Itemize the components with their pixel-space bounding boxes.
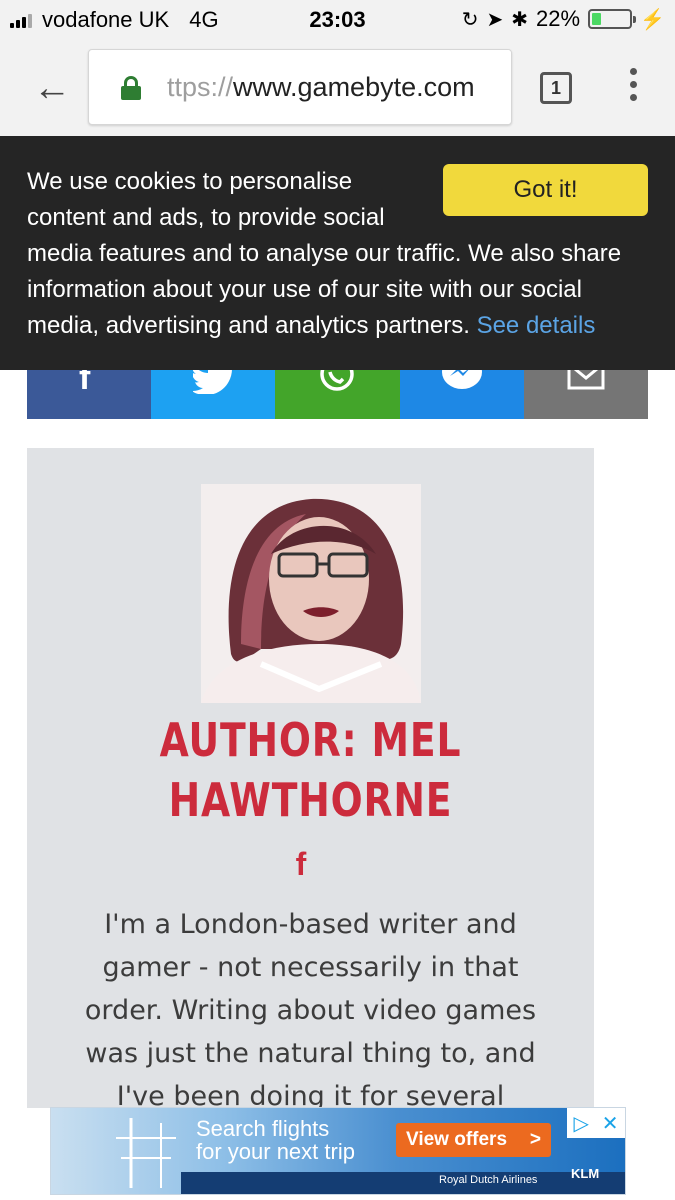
status-bar: vodafone UK 4G 23:03 ↻ ➤ ✱ 22% ⚡ xyxy=(0,0,675,38)
rotation-lock-icon: ↻ xyxy=(461,8,479,31)
location-arrow-icon: ➤ xyxy=(486,8,504,31)
browser-toolbar: ← ttps://www.gamebyte.com 1 xyxy=(0,38,675,136)
view-offers-label: View offers xyxy=(406,1129,508,1150)
author-portrait-image xyxy=(201,484,421,703)
share-whatsapp-button[interactable] xyxy=(275,368,400,419)
ad-footer-strip xyxy=(181,1172,625,1194)
address-bar[interactable]: ttps://www.gamebyte.com xyxy=(88,49,512,125)
tab-switcher-button[interactable]: 1 xyxy=(540,72,572,104)
whatsapp-icon xyxy=(320,368,355,391)
share-bar: f xyxy=(27,368,649,419)
envelope-icon xyxy=(567,368,605,390)
see-details-link[interactable]: See details xyxy=(477,312,596,339)
charging-bolt-icon: ⚡ xyxy=(640,8,665,31)
chevron-right-icon: > xyxy=(529,1129,541,1150)
share-facebook-button[interactable]: f xyxy=(27,368,152,419)
author-bio: I'm a London-based writer and gamer - no… xyxy=(84,909,537,1108)
lock-icon xyxy=(121,76,141,100)
adchoices-icon[interactable]: ▷ xyxy=(573,1111,588,1136)
klm-advertisement[interactable]: Search flights for your next trip View o… xyxy=(50,1107,626,1195)
url-host: www.gamebyte.com xyxy=(233,72,475,102)
klm-logo: KLM xyxy=(571,1166,600,1181)
author-facebook-link[interactable]: f xyxy=(289,846,313,883)
battery-percent: 22% xyxy=(536,6,581,31)
author-title: AUTHOR: MEL HAWTHORNE xyxy=(159,713,462,827)
close-ad-icon[interactable]: ✕ xyxy=(602,1111,619,1136)
overflow-menu-icon[interactable] xyxy=(630,68,640,108)
share-messenger-button[interactable] xyxy=(399,368,524,419)
ad-sponsor: Royal Dutch Airlines xyxy=(439,1174,538,1186)
facebook-icon: f xyxy=(79,368,91,397)
bluetooth-icon: ✱ xyxy=(511,8,529,31)
share-email-button[interactable] xyxy=(523,368,649,419)
messenger-icon xyxy=(441,368,482,389)
battery-icon xyxy=(588,9,637,29)
back-arrow-icon[interactable]: ← xyxy=(30,66,74,110)
status-right: ↻ ➤ ✱ 22% ⚡ xyxy=(462,6,665,32)
author-photo xyxy=(201,484,421,703)
cookie-banner: We use cookies to personalise content an… xyxy=(0,136,675,370)
ad-headline-2: for your next trip xyxy=(196,1139,355,1164)
twitter-bird-icon xyxy=(193,368,233,394)
url-protocol: ttps:// xyxy=(167,72,234,102)
author-box: AUTHOR: MEL HAWTHORNE f I'm a London-bas… xyxy=(27,448,594,1108)
url-text: ttps://www.gamebyte.com xyxy=(167,72,475,103)
ad-controls: ▷ ✕ xyxy=(567,1108,625,1138)
got-it-button[interactable]: Got it! xyxy=(443,164,648,216)
view-offers-button[interactable]: View offers > xyxy=(396,1123,551,1157)
ship-mast-image xyxy=(116,1118,176,1188)
ad-headline-1: Search flights xyxy=(196,1116,330,1141)
share-twitter-button[interactable] xyxy=(151,368,276,419)
